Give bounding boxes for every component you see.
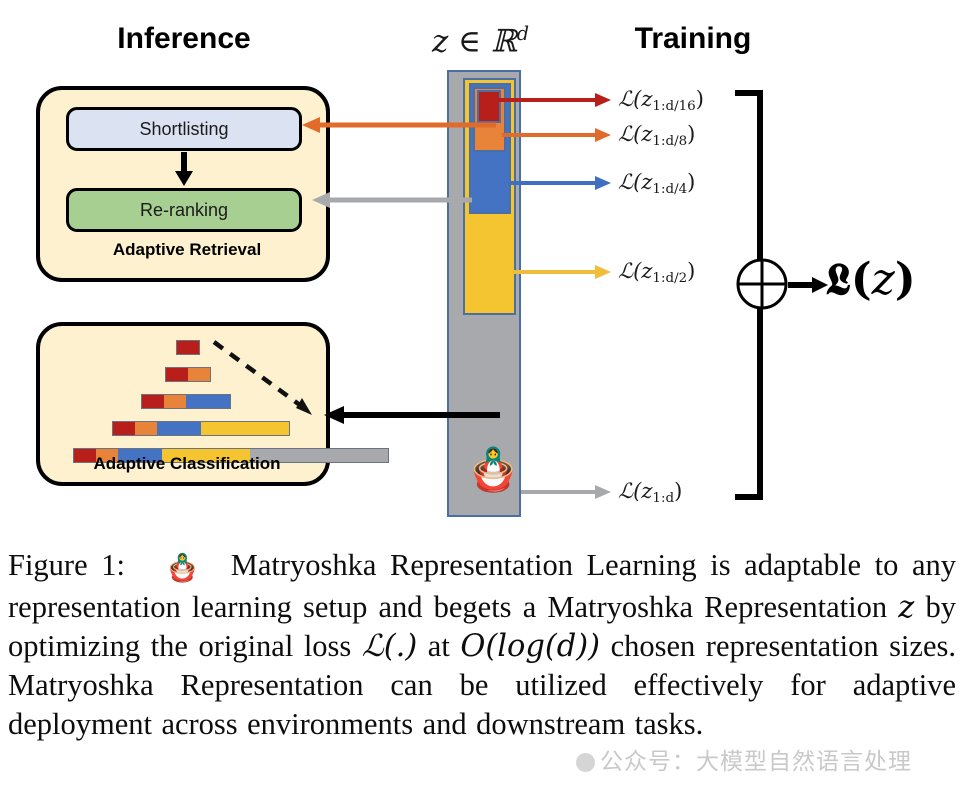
loss-subscript-d2: 1:d/2 bbox=[652, 270, 688, 286]
heading-inference: Inference bbox=[117, 22, 251, 55]
total-loss-label: 𝕷(z) bbox=[826, 258, 916, 302]
loss-close-d8: ) bbox=[687, 122, 696, 146]
watermark-text: 公众号：大模型自然语言处理 bbox=[600, 749, 912, 775]
bar-segment-blue bbox=[157, 422, 201, 435]
reranking-label: Re-ranking bbox=[139, 199, 229, 220]
loss-arrow-d8 bbox=[502, 128, 611, 142]
z-dimension-exponent: d bbox=[516, 22, 530, 45]
loss-subscript-d4: 1:d/4 bbox=[652, 181, 688, 197]
caption-loss-symbol: ℒ(.) bbox=[361, 629, 418, 664]
bar-segment-red bbox=[113, 422, 135, 435]
bar-segment-orange bbox=[188, 368, 210, 381]
loss-expr-d2: ℒ(z bbox=[618, 259, 653, 283]
bar-segment-orange bbox=[135, 422, 157, 435]
loss-label-d4: ℒ(z1:d/4) bbox=[618, 172, 695, 196]
bar-segment-red bbox=[142, 395, 164, 408]
figure-1: Inference z ∈ ℝd Training Shortlisting R… bbox=[0, 0, 964, 800]
bar-segment-red bbox=[177, 341, 199, 354]
caption-figure-number: Figure 1: bbox=[8, 548, 125, 582]
circled-plus-icon bbox=[736, 258, 788, 310]
loss-expr-d4: ℒ(z bbox=[618, 170, 653, 194]
loss-label-d: ℒ(z1:d) bbox=[618, 481, 682, 505]
granularity-bar-d8 bbox=[165, 367, 211, 382]
total-loss-variable: z bbox=[871, 254, 895, 305]
loss-expr-d: ℒ(z bbox=[618, 479, 653, 503]
watermark: 公众号：大模型自然语言处理 bbox=[576, 742, 912, 776]
adaptive-retrieval-caption: Adaptive Retrieval bbox=[112, 240, 262, 259]
loss-label-d8: ℒ(z1:d/8) bbox=[618, 124, 695, 148]
loss-subscript-d8: 1:d/8 bbox=[652, 133, 688, 149]
caption-complexity: O(log(d)) bbox=[460, 629, 601, 664]
loss-subscript-d16: 1:d/16 bbox=[652, 98, 696, 114]
heading-z-dimension: z ∈ ℝd bbox=[432, 24, 529, 57]
adaptive-classification-card: Adaptive Classification bbox=[36, 322, 389, 486]
adaptive-retrieval-card: Shortlisting Re-ranking Adaptive Retriev… bbox=[36, 86, 330, 282]
total-loss-arrow bbox=[788, 277, 828, 293]
representation-to-classification-arrow bbox=[324, 406, 500, 424]
loss-close-d: ) bbox=[674, 479, 683, 503]
loss-arrow-d16 bbox=[497, 93, 611, 107]
caption-body-3: at bbox=[417, 629, 461, 663]
matryoshka-doll-icon: 🪆 bbox=[467, 446, 520, 493]
representation-to-reranking-arrow bbox=[312, 192, 472, 208]
adaptive-classification-caption: Adaptive Classification bbox=[93, 454, 281, 473]
caption-body-1: Matryoshka Representation Learning is ad… bbox=[8, 548, 956, 624]
loss-arrow-d4 bbox=[508, 176, 611, 190]
loss-label-d2: ℒ(z1:d/2) bbox=[618, 261, 695, 285]
reranking-box[interactable]: Re-ranking bbox=[66, 188, 302, 232]
representation-to-shortlisting-arrow bbox=[302, 117, 496, 133]
figure-caption: Figure 1: 🪆 Matryoshka Representation Le… bbox=[8, 546, 956, 744]
heading-training: Training bbox=[634, 22, 752, 55]
bar-segment-red bbox=[166, 368, 188, 381]
granularity-increase-dashed-arrow bbox=[212, 340, 312, 415]
loss-close-d4: ) bbox=[687, 170, 696, 194]
shortlisting-to-reranking-arrow bbox=[175, 152, 193, 186]
total-loss-prefix: 𝕷( bbox=[826, 254, 872, 305]
loss-subscript-d: 1:d bbox=[652, 490, 675, 506]
loss-close-d16: ) bbox=[695, 87, 704, 111]
caption-variable-z: z bbox=[898, 590, 915, 625]
loss-label-d16: ℒ(z1:d/16) bbox=[618, 89, 704, 113]
loss-expr-d16: ℒ(z bbox=[618, 87, 653, 111]
loss-arrow-d bbox=[521, 485, 611, 499]
z-variable: z ∈ ℝ bbox=[432, 23, 517, 60]
bar-segment-orange bbox=[164, 395, 186, 408]
watermark-logo-icon bbox=[576, 753, 595, 772]
shortlisting-label: Shortlisting bbox=[139, 118, 229, 139]
shortlisting-box[interactable]: Shortlisting bbox=[66, 107, 302, 151]
granularity-bar-d16 bbox=[176, 340, 200, 355]
caption-doll-icon: 🪆 bbox=[165, 553, 204, 583]
loss-expr-d8: ℒ(z bbox=[618, 122, 653, 146]
loss-arrow-d2 bbox=[513, 265, 611, 279]
loss-close-d2: ) bbox=[687, 259, 696, 283]
total-loss-close: ) bbox=[894, 254, 916, 305]
